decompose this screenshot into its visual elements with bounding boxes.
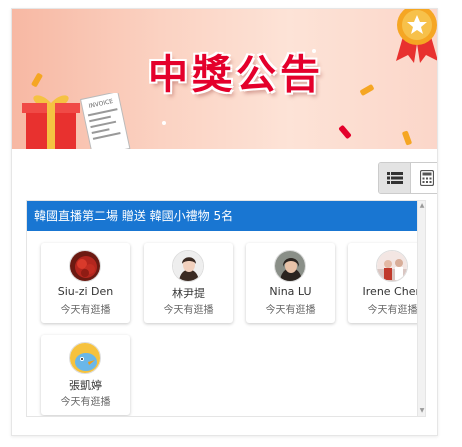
winner-card[interactable]: Siu-zi Den 今天有逛播 bbox=[41, 243, 130, 323]
cartoon-bird-avatar-icon bbox=[70, 343, 100, 373]
winner-card[interactable]: 林尹提 今天有逛播 bbox=[144, 243, 233, 323]
winner-status: 今天有逛播 bbox=[367, 305, 418, 316]
list-view-button[interactable] bbox=[379, 163, 411, 193]
avatar bbox=[172, 250, 204, 282]
list-header: 韓國直播第二場 贈送 韓國小禮物 5名 bbox=[27, 201, 420, 231]
calculator-grid-icon bbox=[420, 170, 434, 186]
people-avatar-icon bbox=[377, 251, 407, 281]
avatar bbox=[274, 250, 306, 282]
winner-name: Irene Chen bbox=[362, 285, 423, 298]
winner-status: 今天有逛播 bbox=[163, 305, 214, 316]
winner-card[interactable]: Nina LU 今天有逛播 bbox=[246, 243, 335, 323]
banner-title: 中獎公告 bbox=[148, 52, 324, 98]
winner-name: 張凱婷 bbox=[69, 379, 102, 392]
winner-card[interactable]: Irene Chen 今天有逛播 bbox=[348, 243, 425, 323]
confetti-decoration bbox=[30, 72, 44, 88]
winner-announcement-card: INVOICE 中獎公告 韓國直播第二場 贈送 韓國小禮物 5名 Siu-zi … bbox=[11, 8, 438, 436]
winner-name: Siu-zi Den bbox=[57, 285, 114, 298]
receipt-icon: INVOICE bbox=[80, 93, 131, 149]
avatar bbox=[69, 342, 101, 374]
medal-icon bbox=[396, 9, 437, 63]
grid-view-button[interactable] bbox=[411, 163, 437, 193]
woman-portrait-avatar-icon bbox=[173, 251, 203, 281]
winner-name: 林尹提 bbox=[172, 287, 205, 300]
winner-list-panel: 韓國直播第二場 贈送 韓國小禮物 5名 Siu-zi Den 今天有逛播 林尹提… bbox=[26, 200, 426, 417]
vertical-scrollbar[interactable]: ▲ ▼ bbox=[417, 201, 425, 416]
confetti-decoration bbox=[401, 130, 413, 146]
scroll-up-icon[interactable]: ▲ bbox=[418, 202, 425, 210]
avatar bbox=[376, 250, 408, 282]
confetti-decoration bbox=[359, 83, 375, 97]
winner-status: 今天有逛播 bbox=[60, 397, 111, 408]
confetti-decoration bbox=[338, 124, 352, 140]
announcement-banner: INVOICE 中獎公告 bbox=[12, 9, 437, 149]
avatar bbox=[69, 250, 101, 282]
winner-status: 今天有逛播 bbox=[60, 305, 111, 316]
confetti-decoration bbox=[162, 121, 166, 125]
red-plant-avatar-icon bbox=[70, 251, 100, 281]
winner-name: Nina LU bbox=[269, 285, 312, 298]
gift-box-icon bbox=[22, 95, 80, 149]
winner-card[interactable]: 張凱婷 今天有逛播 bbox=[41, 335, 130, 415]
winner-status: 今天有逛播 bbox=[265, 305, 316, 316]
list-icon bbox=[386, 172, 403, 184]
scroll-down-icon[interactable]: ▼ bbox=[418, 407, 425, 415]
view-toggle bbox=[378, 162, 437, 194]
woman-portrait-avatar-icon bbox=[275, 251, 305, 281]
